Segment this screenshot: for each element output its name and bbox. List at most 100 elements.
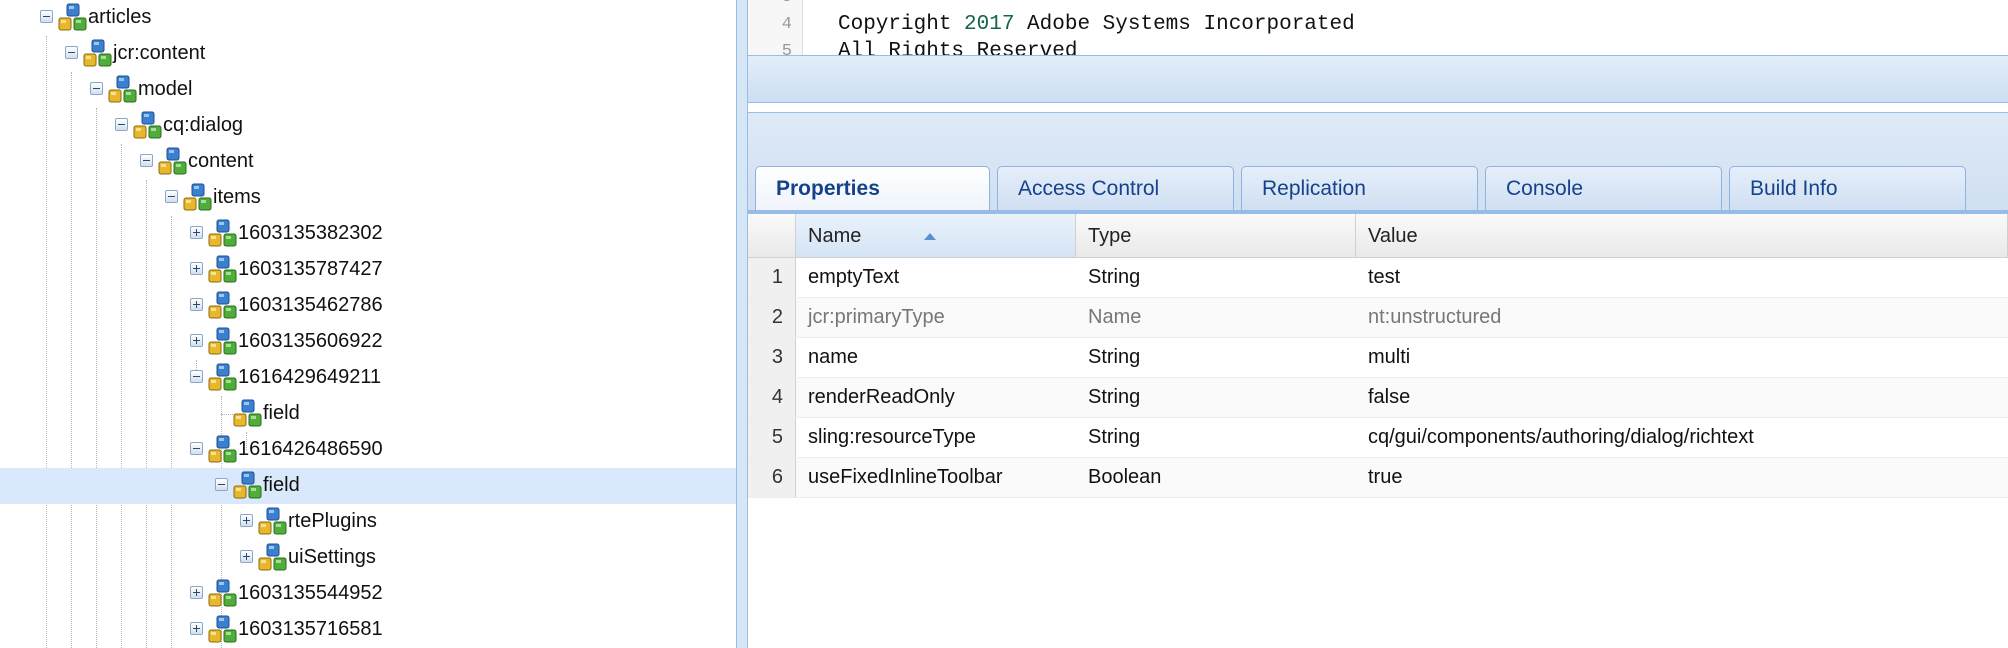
cell-value[interactable]: false <box>1368 386 1410 409</box>
tree-node[interactable]: uiSettings <box>0 540 736 576</box>
expand-icon[interactable] <box>190 622 203 635</box>
column-header-name[interactable]: Name <box>796 214 1076 257</box>
editor-toolbar <box>748 55 2008 103</box>
jcr-node-icon <box>158 147 188 177</box>
row-number-header <box>748 214 796 257</box>
cell-type[interactable]: Name <box>1088 306 1141 329</box>
tree-node-label: 1616426486590 <box>238 438 383 460</box>
row-number: 4 <box>771 386 783 408</box>
tree-node[interactable]: jcr:content <box>0 36 736 72</box>
table-row[interactable]: 2 jcr:primaryType Name nt:unstructured <box>748 298 2008 338</box>
line-number: 5 <box>781 42 792 55</box>
code-text: All Rights Reserved <box>838 40 1078 55</box>
tab-console[interactable]: Console <box>1485 166 1722 210</box>
cell-type[interactable]: String <box>1088 266 1140 289</box>
panel-splitter[interactable] <box>736 0 748 648</box>
tree-node-label: 1603135544952 <box>238 582 383 604</box>
cell-name[interactable]: name <box>808 346 858 369</box>
jcr-node-icon <box>108 75 138 105</box>
right-panel: 3 4 5 Copyright 2017 Adobe Systems Incor… <box>748 0 2008 648</box>
expand-icon[interactable] <box>240 514 253 527</box>
jcr-node-icon <box>258 507 288 537</box>
tree-node-label: uiSettings <box>288 546 376 568</box>
tree-node[interactable]: 1603135462786 <box>0 288 736 324</box>
tree-node[interactable]: 1616426486590 <box>0 432 736 468</box>
cell-value[interactable]: test <box>1368 266 1400 289</box>
tab-access-control[interactable]: Access Control <box>997 166 1234 210</box>
row-number: 3 <box>771 346 783 368</box>
cell-name[interactable]: renderReadOnly <box>808 386 955 409</box>
cell-value[interactable]: cq/gui/components/authoring/dialog/richt… <box>1368 426 1754 449</box>
code-line: All Rights Reserved <box>838 40 1077 55</box>
expand-icon[interactable] <box>190 586 203 599</box>
cell-name[interactable]: jcr:primaryType <box>808 306 945 329</box>
collapse-icon[interactable] <box>140 154 153 167</box>
row-number: 2 <box>771 306 783 328</box>
cell-name[interactable]: useFixedInlineToolbar <box>808 466 1003 489</box>
collapse-icon[interactable] <box>65 46 78 59</box>
jcr-node-icon <box>133 111 163 141</box>
grid-header: Name Type Value <box>748 214 2008 258</box>
collapse-icon[interactable] <box>190 442 203 455</box>
column-header-value[interactable]: Value <box>1356 214 2008 257</box>
collapse-icon[interactable] <box>40 10 53 23</box>
tree-node[interactable]: cq:dialog <box>0 108 736 144</box>
collapse-icon[interactable] <box>215 478 228 491</box>
tree-node[interactable]: 1603135382302 <box>0 216 736 252</box>
tree-node[interactable]: content <box>0 144 736 180</box>
collapse-icon[interactable] <box>165 190 178 203</box>
tab-properties[interactable]: Properties <box>755 166 990 212</box>
jcr-node-icon <box>183 183 213 213</box>
table-row[interactable]: 5 sling:resourceType String cq/gui/componen… <box>748 418 2008 458</box>
cell-value[interactable]: nt:unstructured <box>1368 306 1501 329</box>
cell-type[interactable]: Boolean <box>1088 466 1161 489</box>
jcr-node-icon <box>208 363 238 393</box>
collapse-icon[interactable] <box>90 82 103 95</box>
cell-name[interactable]: emptyText <box>808 266 899 289</box>
expand-icon[interactable] <box>190 262 203 275</box>
expand-icon[interactable] <box>190 226 203 239</box>
tree-node-label: 1603135462786 <box>238 294 383 316</box>
tree-node[interactable]: field <box>0 396 736 432</box>
collapse-icon[interactable] <box>190 370 203 383</box>
tab-replication[interactable]: Replication <box>1241 166 1478 210</box>
properties-grid: Name Type Value 1 emptyText String test 2 jcr… <box>748 214 2008 648</box>
tab-build-info[interactable]: Build Info <box>1729 166 1966 210</box>
tree-node[interactable]: items <box>0 180 736 216</box>
tree-node-label: items <box>213 186 261 208</box>
column-header-type[interactable]: Type <box>1076 214 1356 257</box>
tree-node-label: field <box>263 474 300 496</box>
cell-name[interactable]: sling:resourceType <box>808 426 976 449</box>
expand-icon[interactable] <box>240 550 253 563</box>
tree-node-label: 1603135787427 <box>238 258 383 280</box>
column-header-label: Type <box>1088 225 1132 247</box>
table-row[interactable]: 4 renderReadOnly String false <box>748 378 2008 418</box>
tree-node[interactable]: model <box>0 72 736 108</box>
code-editor[interactable]: 3 4 5 Copyright 2017 Adobe Systems Incor… <box>748 0 2008 55</box>
tree-node-label: field <box>263 402 300 424</box>
tree-node[interactable]: articles <box>0 0 736 36</box>
table-row[interactable]: 3 name String multi <box>748 338 2008 378</box>
cell-value[interactable]: multi <box>1368 346 1410 369</box>
cell-type[interactable]: String <box>1088 346 1140 369</box>
tree-node[interactable]: 1603135716581 <box>0 612 736 648</box>
tree-node[interactable]: 1603135606922 <box>0 324 736 360</box>
tree-node[interactable]: 1603135787427 <box>0 252 736 288</box>
tree-node[interactable]: 1616429649211 <box>0 360 736 396</box>
cell-type[interactable]: String <box>1088 386 1140 409</box>
table-row[interactable]: 6 useFixedInlineToolbar Boolean true <box>748 458 2008 498</box>
collapse-icon[interactable] <box>115 118 128 131</box>
expand-icon[interactable] <box>190 298 203 311</box>
row-number: 6 <box>771 466 783 488</box>
jcr-node-icon <box>258 543 288 573</box>
tree-node[interactable]: field <box>0 468 736 504</box>
table-row[interactable]: 1 emptyText String test <box>748 258 2008 298</box>
sort-ascending-icon <box>924 233 936 240</box>
tab-label: Properties <box>776 177 880 200</box>
cell-value[interactable]: true <box>1368 466 1402 489</box>
line-number: 3 <box>782 0 792 7</box>
expand-icon[interactable] <box>190 334 203 347</box>
tree-node[interactable]: rtePlugins <box>0 504 736 540</box>
cell-type[interactable]: String <box>1088 426 1140 449</box>
tree-node[interactable]: 1603135544952 <box>0 576 736 612</box>
